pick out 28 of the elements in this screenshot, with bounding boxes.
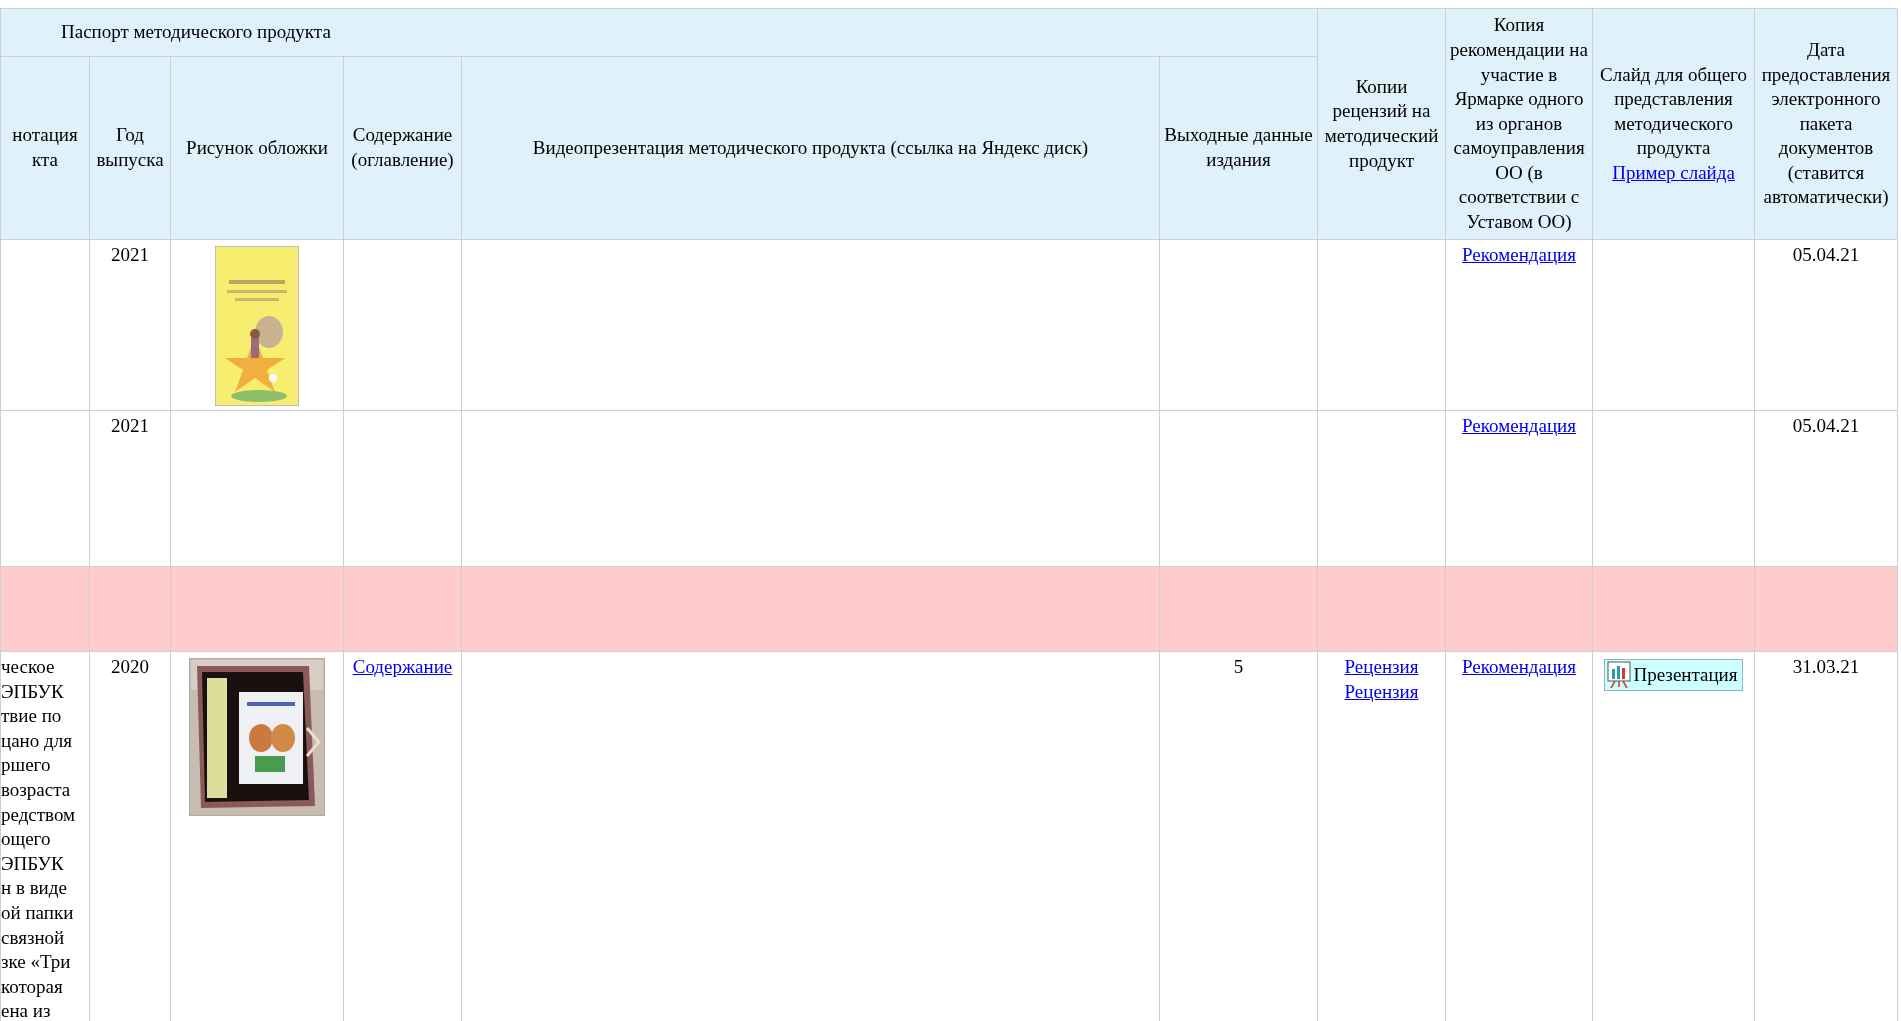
link[interactable]: Содержание — [352, 656, 453, 677]
column-header: Слайд для общего представления методического продукта — [1600, 63, 1747, 159]
column-header: Дата предоставления электронного пакета документов (ставится автоматически) — [1761, 38, 1891, 208]
column-header: Выходные данные издания — [1164, 124, 1313, 170]
column-header: Копия рекомендации на участие в Ярмарке одного из органов самоуправления ОО (в соответствии с Уставом ОО) — [1450, 14, 1588, 233]
presentation-button[interactable]: Презентация — [1604, 659, 1743, 691]
column-group-header: Паспорт методического продукта — [0, 8, 1318, 57]
column-header: Год выпуска — [96, 124, 164, 170]
link[interactable]: Рецензия — [1344, 656, 1419, 677]
table-cell: 2021 — [111, 415, 149, 436]
link[interactable]: Рекомендация — [1462, 244, 1576, 265]
link[interactable]: Рекомендация — [1462, 656, 1576, 677]
column-header: Рисунок обложки — [186, 136, 328, 158]
link[interactable]: Рецензия — [1344, 680, 1419, 702]
table-cell: 05.04.21 — [1792, 244, 1860, 265]
table-cell: 31.03.21 — [1792, 656, 1860, 677]
table-cell: 2021 — [111, 244, 149, 265]
column-header: Копии рецензий на методический продукт — [1324, 75, 1439, 171]
chart-easel-icon — [1607, 661, 1632, 689]
table-cell: 5 — [1233, 656, 1244, 677]
link[interactable]: Рекомендация — [1462, 415, 1576, 436]
column-header: Содержание (оглавление) — [351, 124, 454, 170]
column-header: нотация кта — [12, 124, 78, 170]
column-header: Видеопрезентация методического продукта (ссылка на Яндекс диск) — [532, 136, 1089, 158]
annotation-text: ческое ЭПБУК твие по цано для ршего возраста редством ощего ЭПБУК н в виде ой папки связной зке «Три которая ена из — [1, 656, 76, 1021]
link[interactable]: Пример слайда — [1612, 161, 1735, 183]
table-cell: 05.04.21 — [1792, 415, 1860, 436]
table-cell: 2020 — [111, 656, 149, 677]
